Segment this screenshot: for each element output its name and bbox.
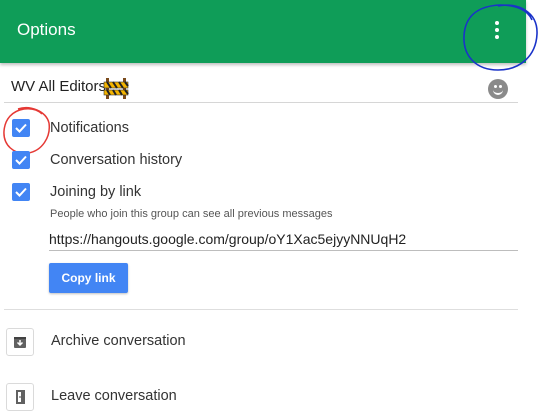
smiley-face-icon[interactable]: [488, 79, 508, 99]
exit-icon[interactable]: [6, 383, 34, 411]
copy-link-button[interactable]: Copy link: [49, 263, 128, 293]
joining-by-link-label: Joining by link: [50, 184, 142, 200]
construction-sign-icon: [103, 78, 129, 99]
conversation-history-checkbox[interactable]: [12, 151, 30, 169]
conversation-name-input[interactable]: WV All Editors: [11, 78, 106, 95]
divider: [4, 309, 518, 310]
link-help-text: People who join this group can see all p…: [50, 208, 333, 220]
notifications-checkbox[interactable]: [12, 119, 30, 137]
options-header: Options: [0, 0, 526, 63]
joining-by-link-checkbox[interactable]: [12, 183, 30, 201]
group-link-field[interactable]: https://hangouts.google.com/group/oY1Xac…: [49, 228, 518, 251]
more-vert-icon[interactable]: [486, 17, 508, 43]
notifications-label: Notifications: [50, 120, 129, 136]
archive-conversation-label[interactable]: Archive conversation: [51, 333, 186, 349]
conversation-name-row: WV All Editors: [4, 74, 518, 103]
leave-conversation-label[interactable]: Leave conversation: [51, 388, 177, 404]
conversation-history-label: Conversation history: [50, 152, 183, 168]
header-title: Options: [17, 20, 76, 39]
archive-icon[interactable]: [6, 328, 34, 356]
